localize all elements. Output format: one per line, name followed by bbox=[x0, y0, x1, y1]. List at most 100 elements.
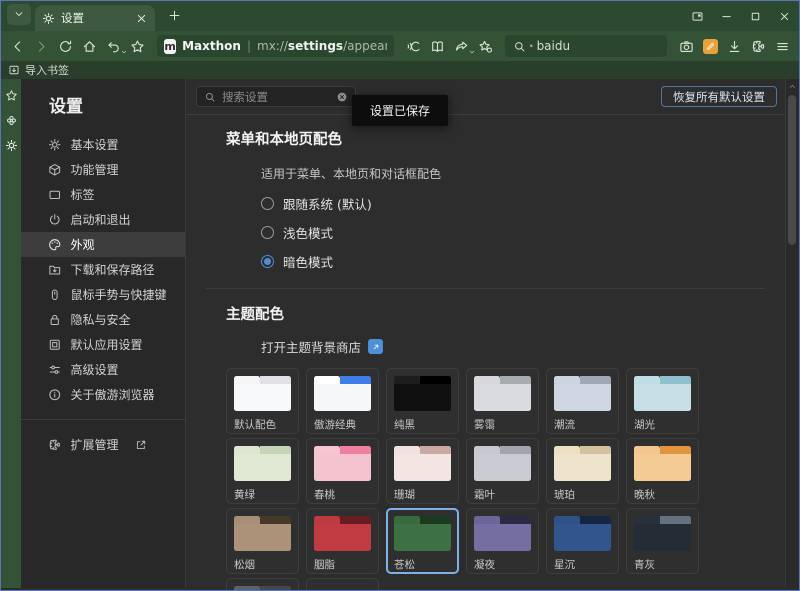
theme-store-link[interactable]: 打开主题背景商店 bbox=[261, 337, 785, 356]
theme-name: 霜叶 bbox=[474, 487, 531, 502]
radio-unchecked[interactable] bbox=[261, 197, 274, 210]
theme-swatch[interactable]: 傲游经典 bbox=[306, 368, 379, 434]
rail-maxnote-button[interactable] bbox=[5, 114, 18, 127]
theme-swatch[interactable]: 晚秋 bbox=[626, 438, 699, 504]
color-mode-option[interactable]: 浅色模式 bbox=[261, 225, 785, 240]
theme-name: 傲游经典 bbox=[314, 417, 371, 432]
scrollbar-thumb[interactable] bbox=[788, 95, 796, 245]
sidebar-item-lock[interactable]: 隐私与安全 bbox=[21, 307, 185, 332]
theme-swatch[interactable]: 苍松 bbox=[386, 508, 459, 574]
theme-swatch[interactable]: 霜叶 bbox=[466, 438, 539, 504]
sidebar-item-extensions[interactable]: 扩展管理 bbox=[21, 432, 185, 457]
theme-swatch[interactable]: 青灰 bbox=[626, 508, 699, 574]
theme-swatch[interactable]: 湖光 bbox=[626, 368, 699, 434]
color-mode-option[interactable]: 暗色模式 bbox=[261, 254, 785, 269]
reload-button[interactable] bbox=[54, 35, 77, 58]
sidebar-item-mouse[interactable]: 鼠标手势与快捷键 bbox=[21, 282, 185, 307]
sidebar-item-label: 启动和退出 bbox=[71, 211, 131, 228]
scrollbar[interactable] bbox=[785, 79, 799, 588]
sidebar-item-app[interactable]: 默认应用设置 bbox=[21, 332, 185, 357]
sidebar-item-download-folder[interactable]: 下载和保存路径 bbox=[21, 257, 185, 282]
read-aloud-button[interactable] bbox=[402, 35, 425, 58]
sidebar-item-info[interactable]: 关于傲游浏览器 bbox=[21, 382, 185, 407]
maxthon-logo: m bbox=[164, 39, 176, 54]
theme-preview bbox=[234, 446, 291, 481]
active-tab[interactable]: 设置 bbox=[35, 5, 155, 31]
forward-button[interactable] bbox=[30, 35, 53, 58]
tab-list-button[interactable] bbox=[7, 4, 31, 25]
undo-button[interactable] bbox=[102, 35, 125, 58]
theme-preview bbox=[394, 376, 451, 411]
maxnote-button[interactable] bbox=[699, 35, 722, 58]
sidebar-item-sliders[interactable]: 高级设置 bbox=[21, 357, 185, 382]
chevron-down-icon bbox=[13, 8, 25, 20]
import-bookmarks-button[interactable]: 导入书签 bbox=[25, 62, 69, 78]
new-tab-button[interactable] bbox=[161, 2, 187, 28]
add-theme-button[interactable] bbox=[306, 578, 379, 591]
url-text: mx://settings/appearance bbox=[257, 39, 387, 53]
theme-swatch[interactable]: 凝夜 bbox=[466, 508, 539, 574]
theme-swatch[interactable]: 珊瑚 bbox=[386, 438, 459, 504]
reload-icon bbox=[58, 39, 73, 54]
minimize-button[interactable] bbox=[712, 1, 741, 31]
sidebar-item-tab-rect[interactable]: 标签 bbox=[21, 182, 185, 207]
theme-preview bbox=[474, 446, 531, 481]
back-icon bbox=[10, 39, 25, 54]
settings-sidebar: 设置 基本设置功能管理标签启动和退出外观下载和保存路径鼠标手势与快捷键隐私与安全… bbox=[21, 79, 186, 588]
theme-swatch[interactable]: 默认配色 bbox=[226, 368, 299, 434]
sidebar-item-box[interactable]: 功能管理 bbox=[21, 157, 185, 182]
theme-preview bbox=[234, 516, 291, 551]
rail-favorites-button[interactable] bbox=[5, 89, 18, 102]
main-menu-button[interactable] bbox=[771, 35, 794, 58]
search-placeholder: 搜索设置 bbox=[222, 89, 330, 105]
theme-swatch[interactable]: 星沉 bbox=[546, 508, 619, 574]
quick-search-box[interactable]: · baidu bbox=[505, 35, 667, 57]
theme-swatch[interactable]: 春桃 bbox=[306, 438, 379, 504]
theme-swatch[interactable]: 纯黑 bbox=[386, 368, 459, 434]
settings-search-input[interactable]: 搜索设置 bbox=[196, 86, 356, 107]
theme-swatch[interactable]: 胭脂 bbox=[306, 508, 379, 574]
section-description: 适用于菜单、本地页和对话框配色 bbox=[261, 165, 785, 182]
theme-swatch[interactable]: 松烟 bbox=[226, 508, 299, 574]
back-button[interactable] bbox=[6, 35, 29, 58]
theme-swatch[interactable]: 琥珀 bbox=[546, 438, 619, 504]
sidebar-item-palette[interactable]: 外观 bbox=[21, 232, 185, 257]
tab-close-icon[interactable] bbox=[135, 12, 148, 25]
sidebar-item-label: 关于傲游浏览器 bbox=[71, 386, 155, 403]
favorites-manager-button[interactable] bbox=[474, 35, 497, 58]
theme-name: 珊瑚 bbox=[394, 487, 451, 502]
maxnote-icon bbox=[703, 39, 718, 54]
rail-settings-button[interactable] bbox=[5, 139, 18, 152]
theme-name: 湖光 bbox=[634, 417, 691, 432]
address-bar[interactable]: m Maxthon | mx://settings/appearance bbox=[157, 35, 394, 57]
radio-checked[interactable] bbox=[261, 255, 274, 268]
close-window-button[interactable] bbox=[770, 1, 799, 31]
add-favorite-button[interactable] bbox=[126, 35, 149, 58]
sidebar-item-label: 下载和保存路径 bbox=[71, 261, 155, 278]
theme-name: 晚秋 bbox=[634, 487, 691, 502]
theme-swatch[interactable]: 黄绿 bbox=[226, 438, 299, 504]
theme-preview bbox=[554, 516, 611, 551]
split-screen-button[interactable] bbox=[683, 1, 712, 31]
home-button[interactable] bbox=[78, 35, 101, 58]
reader-mode-button[interactable] bbox=[426, 35, 449, 58]
theme-swatch[interactable]: 潮流 bbox=[546, 368, 619, 434]
clear-search-icon[interactable] bbox=[336, 91, 348, 103]
maximize-button[interactable] bbox=[741, 1, 770, 31]
extensions-button[interactable] bbox=[747, 35, 770, 58]
sidebar-item-power[interactable]: 启动和退出 bbox=[21, 207, 185, 232]
restore-defaults-button[interactable]: 恢复所有默认设置 bbox=[661, 86, 777, 107]
theme-swatch[interactable]: 暗夜 bbox=[226, 578, 299, 591]
radio-unchecked[interactable] bbox=[261, 226, 274, 239]
app-icon bbox=[48, 338, 62, 352]
screenshot-button[interactable] bbox=[675, 35, 698, 58]
theme-swatch[interactable]: 雾霭 bbox=[466, 368, 539, 434]
share-button[interactable] bbox=[450, 35, 473, 58]
color-mode-option[interactable]: 跟随系统 (默认) bbox=[261, 196, 785, 211]
read-aloud-icon bbox=[406, 39, 421, 54]
downloads-button[interactable] bbox=[723, 35, 746, 58]
sidebar-item-gear[interactable]: 基本设置 bbox=[21, 132, 185, 157]
scroll-up-icon[interactable] bbox=[786, 79, 799, 93]
undo-icon bbox=[106, 39, 121, 54]
split-icon bbox=[691, 10, 704, 23]
